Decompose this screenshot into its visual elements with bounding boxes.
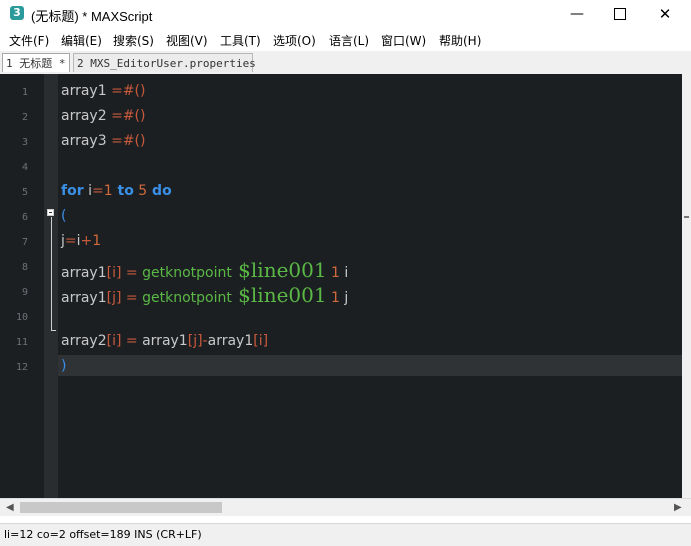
identifier: array2 bbox=[61, 333, 107, 349]
operator: = bbox=[64, 233, 77, 249]
title-bar: 3 (无标题) * MAXScript — ✕ bbox=[0, 0, 691, 28]
identifier: array1 bbox=[61, 265, 107, 281]
tab-editor-user-properties[interactable]: 2 MXS_EditorUser.properties bbox=[73, 53, 256, 72]
fold-guide-end bbox=[51, 330, 56, 331]
number: 1 bbox=[92, 233, 102, 249]
minimize-button[interactable]: — bbox=[554, 0, 600, 28]
status-text: li=12 co=2 offset=189 INS (CR+LF) bbox=[4, 528, 202, 541]
menu-file[interactable]: 文件(F) bbox=[9, 32, 49, 49]
scene-object-name: $line001 bbox=[231, 258, 327, 282]
line-number: 6 bbox=[21, 212, 28, 223]
operator: + bbox=[80, 233, 93, 249]
line-number: 3 bbox=[21, 137, 28, 148]
keyword: do bbox=[147, 183, 172, 199]
operator: =#() bbox=[106, 133, 146, 149]
number: 1 bbox=[326, 265, 340, 281]
status-bar: li=12 co=2 offset=189 INS (CR+LF) bbox=[0, 523, 691, 546]
code-line-1: array1 =#() bbox=[61, 83, 145, 99]
keyword: to bbox=[112, 183, 134, 199]
code-line-12: ) bbox=[61, 358, 66, 374]
line-number: 10 bbox=[15, 312, 28, 323]
number: 1 bbox=[326, 290, 340, 306]
line-number: 9 bbox=[21, 287, 28, 298]
paren: ( bbox=[61, 208, 67, 224]
scroll-position-mark bbox=[684, 216, 689, 218]
function-name: getknotpoint bbox=[142, 290, 232, 306]
menu-options[interactable]: 选项(O) bbox=[273, 32, 316, 49]
close-button[interactable]: ✕ bbox=[642, 0, 688, 28]
identifier: array1 bbox=[61, 290, 107, 306]
code-line-9: array1[j] = getknotpoint $line001 1 j bbox=[61, 283, 348, 307]
scroll-right-icon[interactable]: ▶ bbox=[674, 499, 682, 516]
keyword: for bbox=[61, 183, 84, 199]
line-number: 12 bbox=[15, 362, 28, 373]
menu-tools[interactable]: 工具(T) bbox=[220, 32, 261, 49]
operator: ] bbox=[262, 333, 269, 349]
line-number: 5 bbox=[21, 187, 28, 198]
minimize-icon: — bbox=[570, 6, 584, 22]
code-line-6: ( bbox=[61, 208, 66, 224]
menu-edit[interactable]: 编辑(E) bbox=[61, 32, 102, 49]
function-name: getknotpoint bbox=[142, 265, 232, 281]
fold-toggle-icon[interactable] bbox=[47, 209, 54, 216]
horizontal-scrollbar[interactable]: ◀ ▶ bbox=[0, 498, 691, 516]
vertical-scrollbar[interactable] bbox=[682, 74, 691, 498]
code-line-11: array2[i] = array1[j]-array1[i] bbox=[61, 333, 268, 349]
code-line-2: array2 =#() bbox=[61, 108, 145, 124]
line-number-gutter: 1 2 3 4 5 6 7 8 9 10 11 12 bbox=[0, 74, 44, 498]
menu-search[interactable]: 搜索(S) bbox=[113, 32, 154, 49]
identifier: array1 bbox=[207, 333, 254, 349]
line-number: 11 bbox=[15, 337, 28, 348]
menu-help[interactable]: 帮助(H) bbox=[439, 32, 481, 49]
current-line-highlight bbox=[58, 355, 682, 376]
line-number: 7 bbox=[21, 237, 28, 248]
line-number: 8 bbox=[21, 262, 28, 273]
identifier: array1 bbox=[61, 83, 107, 99]
identifier: i bbox=[339, 265, 349, 281]
app-icon: 3 bbox=[10, 6, 24, 20]
code-line-5: for i=1 to 5 do bbox=[61, 183, 172, 199]
tab-untitled[interactable]: 1 无标题 * bbox=[2, 53, 70, 72]
scroll-left-icon[interactable]: ◀ bbox=[6, 499, 14, 516]
line-number: 2 bbox=[21, 112, 28, 123]
menu-language[interactable]: 语言(L) bbox=[329, 32, 369, 49]
code-editor[interactable]: 1 2 3 4 5 6 7 8 9 10 11 12 array1 =#() a… bbox=[0, 74, 691, 498]
identifier: array1 bbox=[142, 333, 188, 349]
number: 5 bbox=[133, 183, 148, 199]
fold-guide bbox=[51, 217, 52, 330]
menu-window[interactable]: 窗口(W) bbox=[381, 32, 426, 49]
line-number: 4 bbox=[21, 162, 28, 173]
maximize-icon bbox=[614, 7, 626, 20]
tab-strip: 1 无标题 * 2 MXS_EditorUser.properties bbox=[0, 51, 691, 75]
number: 1 bbox=[103, 183, 113, 199]
code-line-8: array1[i] = getknotpoint $line001 1 i bbox=[61, 258, 348, 282]
operator: = bbox=[91, 183, 104, 199]
operator: = bbox=[121, 290, 143, 306]
close-icon: ✕ bbox=[658, 5, 672, 23]
operator: =#() bbox=[106, 83, 146, 99]
paren: ) bbox=[61, 358, 67, 374]
identifier: i bbox=[83, 183, 92, 199]
code-line-7: j=i+1 bbox=[61, 233, 101, 249]
menu-view[interactable]: 视图(V) bbox=[166, 32, 208, 49]
code-line-3: array3 =#() bbox=[61, 133, 145, 149]
scrollbar-thumb[interactable] bbox=[20, 502, 222, 513]
scene-object-name: $line001 bbox=[231, 283, 327, 307]
identifier: j bbox=[339, 290, 349, 306]
maximize-button[interactable] bbox=[597, 0, 643, 28]
operator: = bbox=[121, 333, 143, 349]
identifier: array3 bbox=[61, 133, 107, 149]
line-number: 1 bbox=[21, 87, 28, 98]
operator: = bbox=[121, 265, 143, 281]
menu-bar: 文件(F) 编辑(E) 搜索(S) 视图(V) 工具(T) 选项(O) 语言(L… bbox=[0, 29, 691, 51]
operator: =#() bbox=[106, 108, 146, 124]
window-title: (无标题) * MAXScript bbox=[31, 9, 153, 24]
identifier: array2 bbox=[61, 108, 107, 124]
